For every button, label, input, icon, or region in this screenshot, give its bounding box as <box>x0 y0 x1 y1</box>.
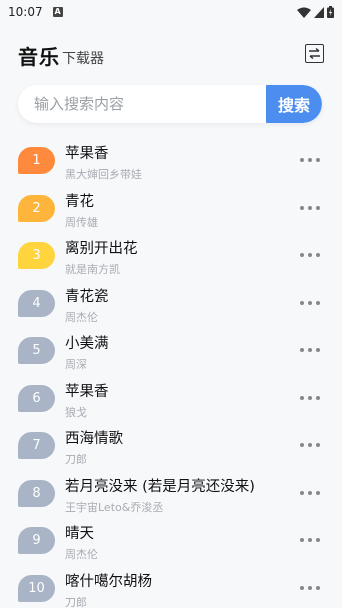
rank-badge: 4 <box>18 289 55 317</box>
more-options-icon[interactable] <box>300 342 320 358</box>
dot <box>300 585 304 590</box>
song-title: 西海情歌 <box>65 431 123 447</box>
song-title: 若月亮没来 (若是月亮还没来) <box>65 478 255 495</box>
song-title: 离别开出花 <box>65 241 138 257</box>
search-input[interactable] <box>18 85 266 123</box>
song-artist: 王宇宙Leto&乔浚丞 <box>65 500 164 514</box>
rank-badge: 2 <box>18 194 55 222</box>
rank-badge: 7 <box>18 432 55 459</box>
song-artist: 周杰伦 <box>65 548 98 561</box>
dot <box>300 443 304 447</box>
dot <box>300 395 304 400</box>
song-artist: 周传雄 <box>65 215 98 229</box>
dot <box>316 490 320 495</box>
dot <box>316 205 320 210</box>
more-options-icon[interactable] <box>300 532 320 548</box>
signal-icon <box>314 6 324 18</box>
app-subtitle: 下载器 <box>62 51 104 67</box>
dot <box>308 395 312 400</box>
song-artist: 刀郎 <box>65 595 87 608</box>
dot <box>300 205 304 210</box>
song-title: 青花 <box>65 193 94 210</box>
more-options-icon[interactable] <box>300 437 320 453</box>
song-artist: 周杰伦 <box>65 310 98 324</box>
dot <box>300 348 304 352</box>
rank-badge: 10 <box>18 574 55 602</box>
song-row[interactable]: 4 青花瓷周杰伦 <box>0 281 342 329</box>
dot <box>300 538 304 542</box>
song-artist: 就是南方凯 <box>65 263 120 276</box>
song-row[interactable]: 3 离别开出花就是南方凯 <box>0 233 342 281</box>
dot <box>308 253 312 257</box>
dot <box>316 300 320 305</box>
battery-icon <box>327 6 334 18</box>
rank-badge: 8 <box>18 479 55 507</box>
dot <box>316 348 320 352</box>
song-row[interactable]: 2 青花周传雄 <box>0 186 342 234</box>
song-row[interactable]: 6 苹果香狼戈 <box>0 376 342 424</box>
dot <box>316 585 320 590</box>
status-indicators <box>297 6 334 18</box>
more-options-icon[interactable] <box>300 295 320 311</box>
song-row[interactable]: 8 若月亮没来 (若是月亮还没来) 王宇宙Leto&乔浚丞 <box>0 471 342 519</box>
dot <box>308 585 312 590</box>
song-artist: 狼戈 <box>65 405 87 419</box>
song-artist: 周深 <box>65 358 87 371</box>
song-list: 1 苹果香 黑大婶回乡带娃 2 青花 周传雄 3 离别开出花 就是南方凯 4 青花瓷 周杰伦 5 小美满周… <box>0 138 342 608</box>
song-artist: 黑大婶回乡带娃 <box>65 168 142 181</box>
rank-badge: 5 <box>18 337 55 364</box>
more-options-icon[interactable] <box>300 485 320 501</box>
dot <box>316 395 320 400</box>
swap-icon[interactable] <box>305 44 324 63</box>
more-options-icon[interactable] <box>300 580 320 596</box>
more-options-icon[interactable] <box>300 247 320 263</box>
song-title: 小美满 <box>65 336 109 352</box>
dot <box>308 205 312 210</box>
dot <box>300 253 304 257</box>
song-title: 苹果香 <box>65 146 109 162</box>
search-button[interactable]: 搜索 <box>266 85 322 123</box>
wifi-icon <box>297 7 311 18</box>
song-row[interactable]: 7 西海情歌刀郎 <box>0 423 342 471</box>
song-artist: 刀郎 <box>65 453 87 466</box>
app-header: 音乐 下载器 <box>18 42 324 68</box>
dot <box>308 443 312 447</box>
song-row[interactable]: 9 晴天周杰伦 <box>0 518 342 566</box>
song-title: 青花瓷 <box>65 288 109 305</box>
song-title: 喀什噶尔胡杨 <box>65 573 152 590</box>
dot <box>316 253 320 257</box>
app-title: 音乐 <box>18 45 60 69</box>
song-row[interactable]: 10 喀什噶尔胡杨刀郎 <box>0 566 342 608</box>
rank-badge: 1 <box>18 147 55 174</box>
dot <box>308 300 312 305</box>
more-options-icon[interactable] <box>300 200 320 216</box>
status-time: 10:07 <box>8 5 43 19</box>
dot <box>316 443 320 447</box>
dot <box>308 490 312 495</box>
song-title: 晴天 <box>65 526 94 542</box>
dot <box>300 300 304 305</box>
dot <box>300 158 304 162</box>
rank-badge: 6 <box>18 384 55 412</box>
dot <box>316 158 320 162</box>
more-options-icon[interactable] <box>300 390 320 406</box>
notification-icon: A <box>52 7 63 17</box>
more-options-icon[interactable] <box>300 152 320 168</box>
dot <box>316 538 320 542</box>
dot <box>308 158 312 162</box>
rank-badge: 3 <box>18 242 55 269</box>
song-row[interactable]: 5 小美满周深 <box>0 328 342 376</box>
rank-badge: 9 <box>18 527 55 554</box>
dot <box>300 490 304 495</box>
search-bar: 搜索 <box>18 85 322 123</box>
song-title: 苹果香 <box>65 383 109 400</box>
status-bar: 10:07 A <box>0 0 342 24</box>
song-row[interactable]: 1 苹果香黑大婶回乡带娃 <box>0 138 342 186</box>
dot <box>308 348 312 352</box>
dot <box>308 538 312 542</box>
